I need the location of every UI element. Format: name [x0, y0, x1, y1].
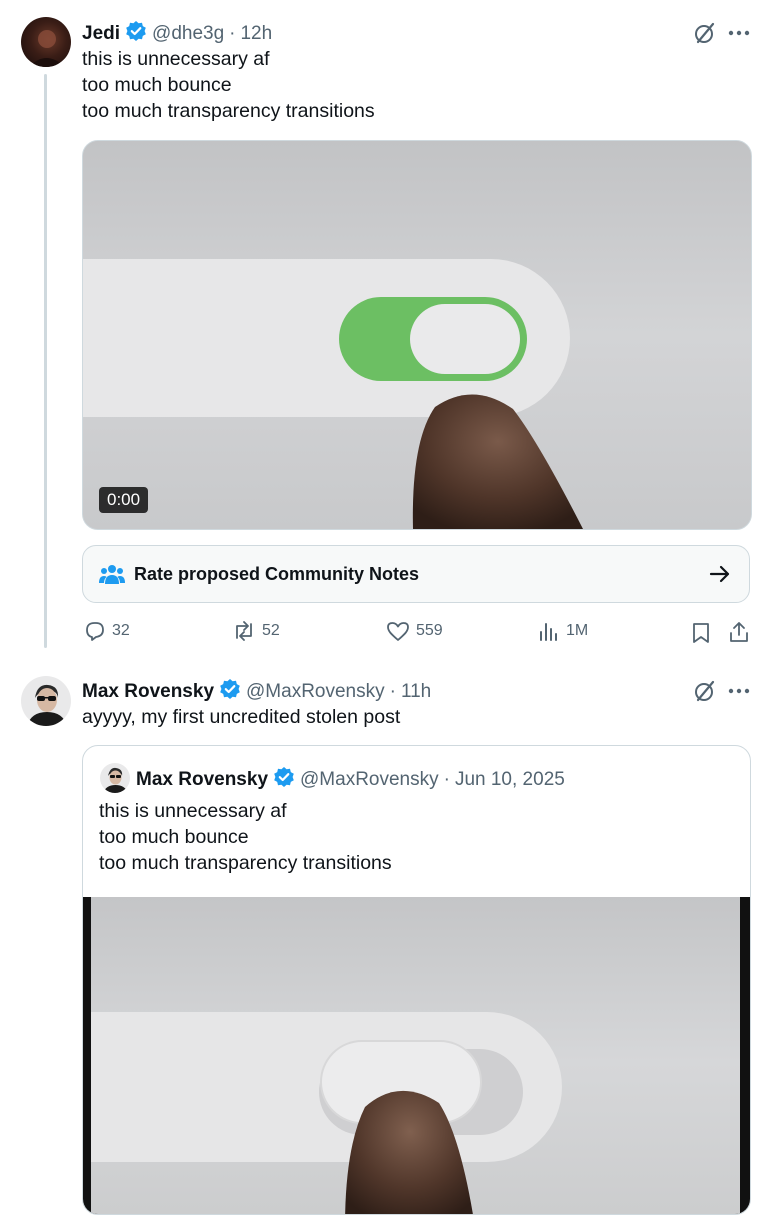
tweet-text: ayyyy, my first uncredited stolen post	[82, 704, 400, 730]
meta-separator: ·	[389, 680, 396, 702]
tweet-text: this is unnecessary af too much bounce t…	[82, 46, 375, 124]
quoted-video[interactable]	[83, 897, 750, 1214]
community-notes-label: Rate proposed Community Notes	[134, 564, 420, 584]
reply-icon	[86, 622, 104, 641]
repost-count: 52	[262, 622, 280, 639]
quote-text-line: too much bounce	[99, 826, 249, 848]
avatar-max-image	[27, 684, 67, 726]
quote-date: Jun 10, 2025	[454, 768, 565, 790]
author-handle[interactable]: @MaxRovensky	[246, 681, 385, 703]
quoted-tweet-card[interactable]: Max Rovensky @MaxRovensky · Jun 10, 2025…	[82, 745, 751, 1215]
author-name[interactable]: Jedi	[82, 23, 120, 45]
grok-icon[interactable]	[692, 20, 718, 46]
verified-badge-icon	[273, 766, 295, 793]
avatar-jedi-image	[29, 30, 65, 67]
tweet-text-line: too much bounce	[82, 74, 232, 96]
author-handle[interactable]: @dhe3g	[152, 23, 224, 45]
reply-count: 32	[112, 622, 130, 639]
views-button[interactable]: 1M	[538, 620, 588, 642]
like-count: 559	[416, 622, 443, 639]
video-player[interactable]: 0:00	[82, 140, 752, 530]
thread-line	[44, 74, 47, 648]
quote-author-name: Max Rovensky	[136, 768, 269, 790]
community-notes-icon	[99, 563, 125, 590]
more-icon[interactable]	[726, 20, 752, 46]
tweet-time[interactable]: 12h	[240, 23, 272, 45]
avatar-jedi[interactable]	[21, 17, 71, 67]
video-frame-toggle	[83, 141, 751, 529]
tweet-text-line: ayyyy, my first uncredited stolen post	[82, 706, 401, 728]
like-button[interactable]: 559	[386, 620, 443, 642]
author-name[interactable]: Max Rovensky	[82, 681, 214, 703]
heart-icon	[387, 622, 409, 641]
video-timer: 0:00	[99, 487, 149, 513]
verified-badge-icon	[125, 20, 147, 47]
repost-button[interactable]: 52	[232, 620, 280, 642]
quote-text-line: this is unnecessary af	[99, 800, 287, 822]
tweet-time[interactable]: 11h	[401, 681, 431, 703]
quote-author-handle: @MaxRovensky	[300, 768, 439, 790]
meta-separator: ·	[229, 22, 236, 44]
quote-avatar	[100, 763, 130, 793]
quote-text: this is unnecessary af too much bounce t…	[99, 798, 392, 876]
repost-icon	[236, 621, 252, 641]
more-icon[interactable]	[726, 678, 752, 704]
tweet-text-line: too much transparency transitions	[82, 100, 375, 122]
avatar-max-rovensky[interactable]	[21, 676, 71, 726]
bookmark-icon[interactable]	[690, 622, 712, 644]
video-frame-toggle	[91, 897, 740, 1214]
tweet-text-line: this is unnecessary af	[82, 48, 270, 70]
reply-button[interactable]: 32	[84, 620, 130, 642]
meta-separator: ·	[443, 768, 450, 790]
views-count: 1M	[566, 622, 589, 639]
community-notes-bar[interactable]: Rate proposed Community Notes	[82, 545, 750, 603]
grok-icon[interactable]	[692, 678, 718, 704]
share-icon[interactable]	[728, 620, 750, 644]
quote-text-line: too much transparency transitions	[99, 852, 392, 874]
views-icon	[540, 623, 557, 641]
verified-badge-icon	[219, 678, 241, 705]
arrow-right-icon	[709, 565, 731, 588]
